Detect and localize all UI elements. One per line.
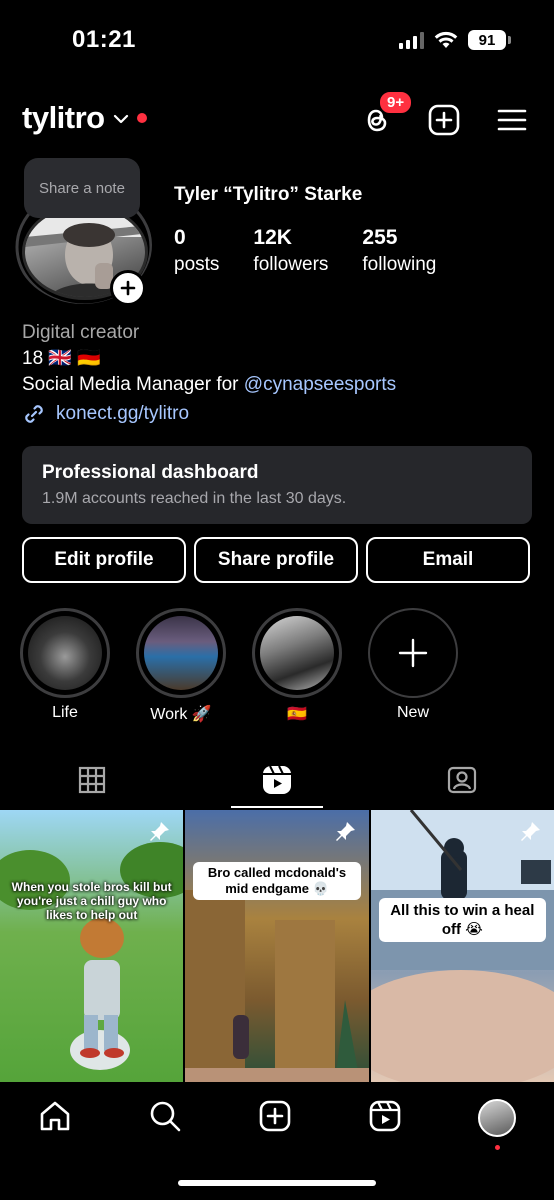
highlight-label: Life xyxy=(52,704,78,721)
profile-link[interactable]: konect.gg/tylitro xyxy=(22,402,189,426)
grid-icon xyxy=(79,766,106,794)
pin-icon xyxy=(520,822,540,841)
profile-stats: 0 posts 12K followers 255 following xyxy=(174,226,470,276)
highlight-image xyxy=(260,616,334,690)
tagged-person-icon xyxy=(447,766,476,794)
reel-caption: All this to win a heal off 😭 xyxy=(378,898,546,942)
bottom-navigation xyxy=(0,1084,554,1152)
reel-caption: When you stole bros kill but you're just… xyxy=(11,880,172,922)
cellular-signal-icon xyxy=(399,31,424,49)
highlight-cover xyxy=(20,608,110,698)
chevron-down-icon xyxy=(113,114,128,124)
hamburger-menu-icon xyxy=(497,109,527,131)
nav-create[interactable] xyxy=(258,1099,292,1138)
battery-indicator: 91 xyxy=(468,30,511,50)
home-indicator[interactable] xyxy=(178,1180,376,1186)
stat-value: 255 xyxy=(362,226,398,249)
highlight-label: 🇪🇸 xyxy=(287,706,307,723)
reel-thumbnail xyxy=(0,842,184,1070)
edit-profile-button[interactable]: Edit profile xyxy=(22,537,186,583)
stat-value: 12K xyxy=(253,226,292,249)
bio-line-2: Social Media Manager for @cynapseesports xyxy=(22,372,396,398)
bio-text: Social Media Manager for xyxy=(22,374,244,395)
tab-reels[interactable] xyxy=(185,752,370,808)
search-icon xyxy=(150,1101,181,1131)
stat-label: following xyxy=(362,254,437,275)
status-bar: 01:21 91 xyxy=(0,0,554,80)
profile-tabs xyxy=(0,752,554,808)
threads-button[interactable]: 9+ xyxy=(358,90,414,138)
profile-actions: Edit profile Share profile Email xyxy=(22,537,530,583)
pin-icon xyxy=(335,822,355,841)
plus-icon xyxy=(398,638,428,668)
highlight-cover xyxy=(136,608,226,698)
username: tylitro xyxy=(22,100,105,135)
highlight-work[interactable]: Work 🚀 xyxy=(136,608,226,724)
reel-caption: Bro called mcdonald's mid endgame 💀 xyxy=(193,862,361,900)
nav-search[interactable] xyxy=(148,1099,182,1138)
dashboard-subtitle: 1.9M accounts reached in the last 30 day… xyxy=(42,490,347,507)
following-stat[interactable]: 255 following xyxy=(362,226,436,276)
highlight-life[interactable]: Life xyxy=(20,608,110,724)
pin-icon xyxy=(150,822,170,841)
share-note-bubble[interactable]: Share a note xyxy=(24,158,140,218)
professional-dashboard-card[interactable]: Professional dashboard 1.9M accounts rea… xyxy=(22,446,532,524)
highlight-label: New xyxy=(396,704,429,721)
stat-label: posts xyxy=(174,254,220,275)
link-text: konect.gg/tylitro xyxy=(56,403,190,424)
reel-thumbnail xyxy=(370,810,554,1082)
highlight-image xyxy=(144,616,218,690)
nav-reels[interactable] xyxy=(368,1099,402,1138)
status-time: 01:21 xyxy=(72,26,136,53)
profile-header: tylitro 9+ xyxy=(0,90,554,144)
plus-square-icon xyxy=(259,1100,291,1131)
new-highlight-circle xyxy=(368,608,458,698)
highlight-cover xyxy=(252,608,342,698)
plus-icon xyxy=(120,280,136,296)
stat-label: followers xyxy=(253,254,329,275)
link-icon xyxy=(25,405,43,423)
highlight-label: Work 🚀 xyxy=(150,706,212,723)
create-button[interactable] xyxy=(426,102,462,138)
bio-mention-link[interactable]: @cynapseesports xyxy=(244,374,396,395)
reel-thumbnail xyxy=(185,890,369,1082)
reel-tile[interactable]: Bro called mcdonald's mid endgame 💀 xyxy=(185,810,369,1082)
status-icons: 91 xyxy=(399,30,511,50)
tab-grid[interactable] xyxy=(0,752,185,808)
reels-icon xyxy=(263,765,291,794)
notification-dot xyxy=(495,1145,500,1150)
posts-stat[interactable]: 0 posts xyxy=(174,226,219,276)
nav-profile-avatar[interactable] xyxy=(478,1099,516,1150)
full-name: Tyler “Tylitro” Starke xyxy=(174,184,363,205)
profile-bio: Digital creator 18 🇬🇧 🇩🇪 Social Media Ma… xyxy=(22,320,396,398)
highlight-spain[interactable]: 🇪🇸 xyxy=(252,608,342,724)
menu-button[interactable] xyxy=(494,102,530,138)
profile-category: Digital creator xyxy=(22,322,140,343)
followers-stat[interactable]: 12K followers xyxy=(253,226,328,276)
add-story-button[interactable] xyxy=(110,270,146,306)
wifi-icon xyxy=(434,31,458,48)
notification-dot xyxy=(136,113,147,123)
plus-square-icon xyxy=(428,104,460,136)
dashboard-title: Professional dashboard xyxy=(42,462,259,483)
highlight-image xyxy=(28,616,102,690)
account-switcher[interactable]: tylitro xyxy=(22,100,147,136)
bio-line-1: 18 🇬🇧 🇩🇪 xyxy=(22,348,102,369)
reel-tile[interactable]: When you stole bros kill but you're just… xyxy=(0,810,184,1082)
reel-tile[interactable]: All this to win a heal off 😭 xyxy=(370,810,554,1082)
stat-value: 0 xyxy=(174,226,186,249)
share-profile-button[interactable]: Share profile xyxy=(194,537,358,583)
threads-badge: 9+ xyxy=(378,90,414,115)
new-highlight[interactable]: New xyxy=(368,608,458,724)
story-highlights: Life Work 🚀 🇪🇸 New xyxy=(20,608,458,724)
home-icon xyxy=(40,1101,70,1130)
reels-icon xyxy=(369,1100,401,1131)
tab-tagged[interactable] xyxy=(369,752,554,808)
nav-home[interactable] xyxy=(38,1099,72,1138)
reels-grid: When you stole bros kill but you're just… xyxy=(0,810,554,1082)
email-button[interactable]: Email xyxy=(366,537,530,583)
